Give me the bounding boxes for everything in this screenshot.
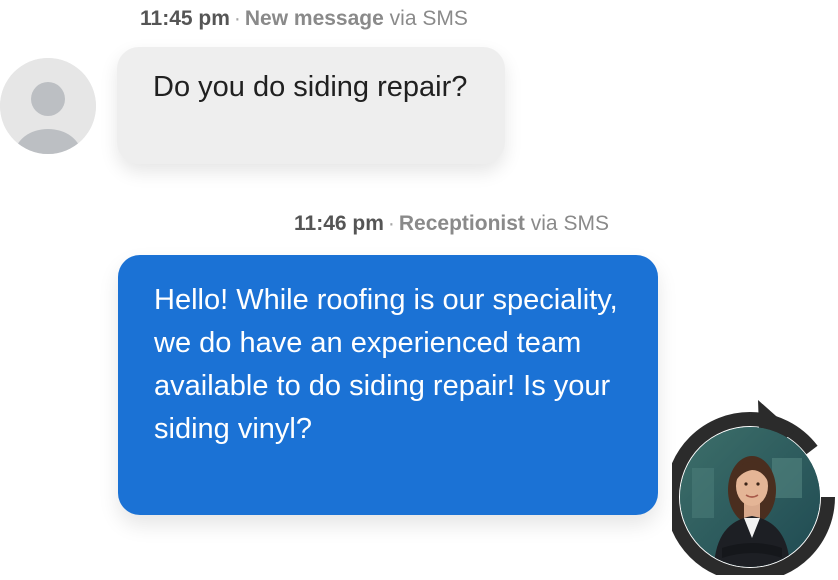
incoming-channel-label: via SMS [389,7,468,30]
incoming-message-bubble: Do you do siding repair? [117,47,505,164]
person-placeholder-icon [0,58,96,154]
outgoing-channel-label: via SMS [530,212,609,235]
receptionist-avatar [665,398,838,580]
meta-separator: · [387,212,395,235]
incoming-timestamp: 11:45 pm [140,7,230,30]
incoming-message-meta: 11:45 pm · New message via SMS [140,7,468,31]
outgoing-timestamp: 11:46 pm [294,212,384,235]
incoming-message-text: Do you do siding repair? [153,71,468,103]
receptionist-avatar-icon [665,400,835,580]
outgoing-message-text: Hello! While roofing is our speciality, … [154,284,618,445]
outgoing-message-bubble: Hello! While roofing is our speciality, … [118,255,658,515]
outgoing-message-meta: 11:46 pm · Receptionist via SMS [294,212,609,236]
incoming-sender-label: New message [244,7,384,30]
meta-separator: · [233,7,241,30]
outgoing-sender-label: Receptionist [398,212,525,235]
